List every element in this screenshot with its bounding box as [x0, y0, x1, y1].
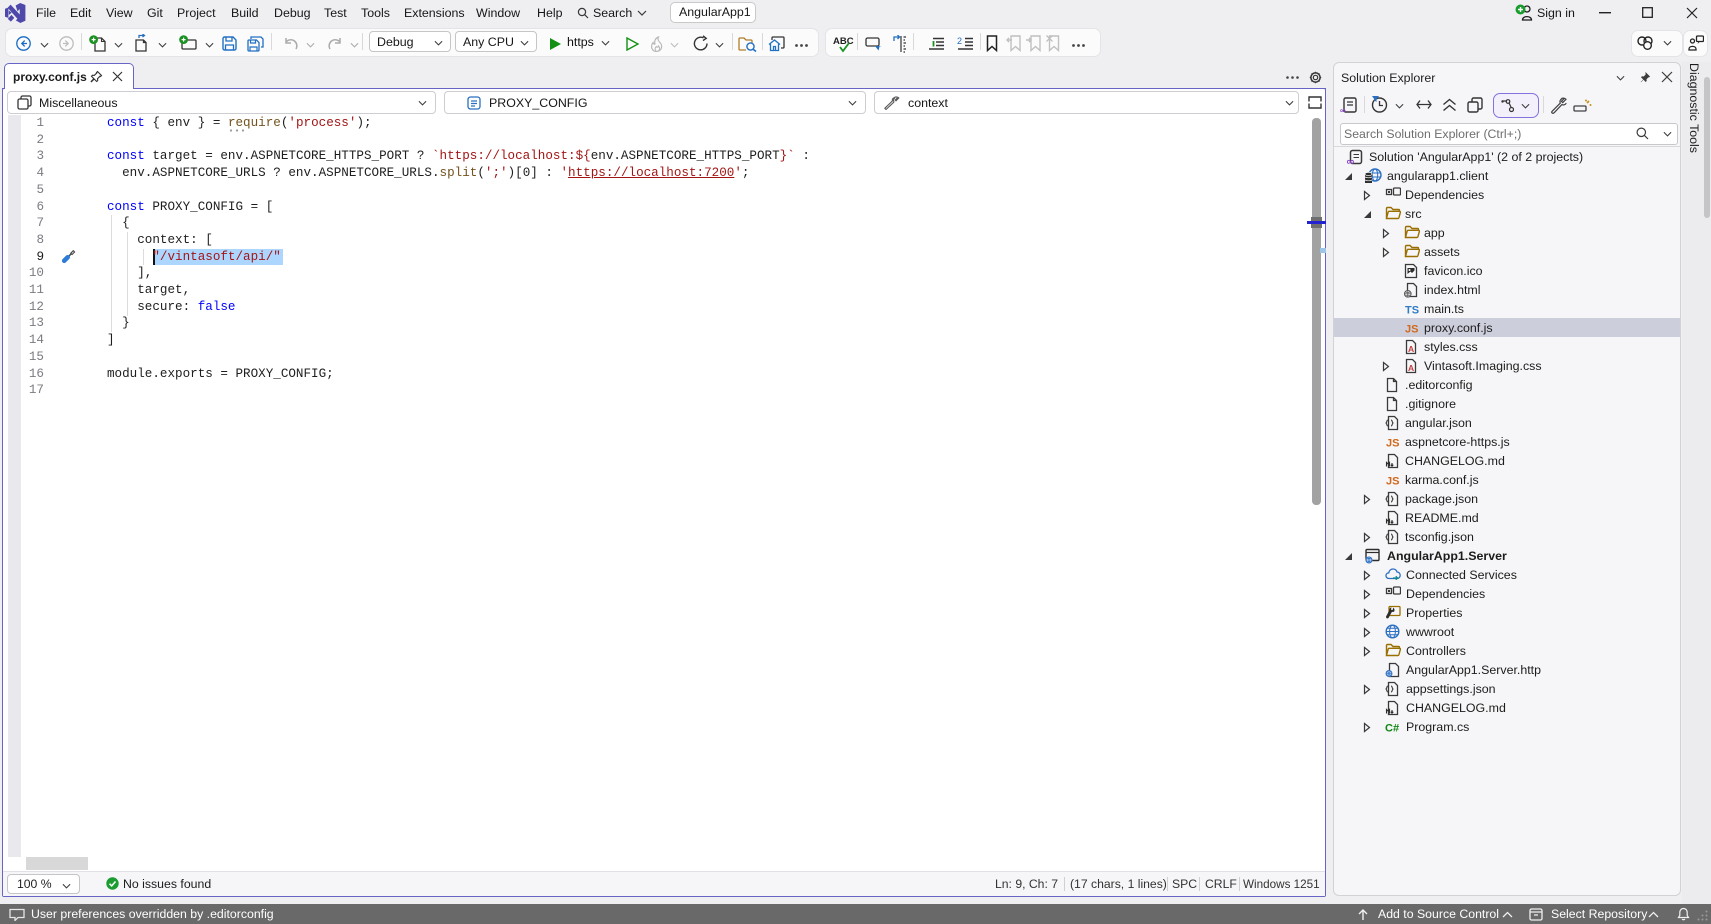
svg-text:∞: ∞ [1347, 156, 1355, 165]
svg-text:ABC: ABC [833, 36, 854, 47]
svg-text:A: A [1408, 344, 1414, 354]
svg-text:2: 2 [957, 36, 962, 46]
svg-text:JS: JS [1386, 438, 1399, 450]
svg-text:A: A [1408, 363, 1414, 373]
svg-text:∞: ∞ [1340, 106, 1346, 115]
svg-text:JS: JS [1386, 476, 1399, 488]
svg-text:TS: TS [1405, 305, 1419, 317]
svg-text:JS: JS [1405, 324, 1418, 336]
svg-text:C#: C# [1385, 723, 1399, 735]
